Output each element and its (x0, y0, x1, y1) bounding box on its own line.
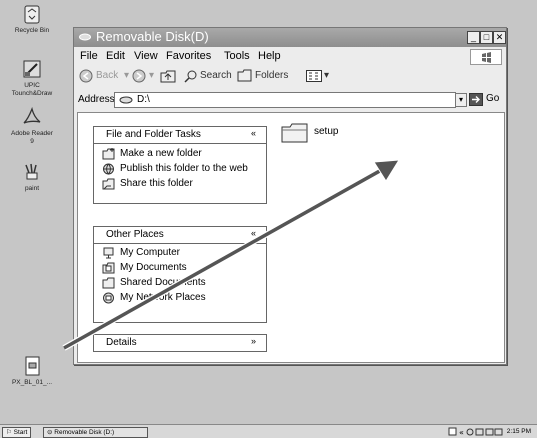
panel-title: Details (106, 337, 137, 348)
desktop: Recycle Bin UPIC Tounch&Draw Adobe Reade… (0, 0, 537, 424)
globe-icon (103, 163, 114, 175)
menu-help[interactable]: Help (258, 50, 281, 62)
file-icon (21, 355, 43, 377)
close-button[interactable]: ✕ (493, 31, 506, 44)
taskbar: ⚐ Start ⊝ Removable Disk (D:) « 2:15 PM (0, 424, 537, 438)
desktop-icon-file[interactable]: PX_BL_01_... (2, 355, 62, 387)
folder-icon (102, 277, 115, 289)
place-my-documents[interactable]: My Documents (94, 261, 266, 276)
menu-bar: File Edit View Favorites Tools Help (74, 48, 506, 64)
drive-icon (79, 33, 91, 41)
drive-icon: ⊝ (47, 429, 53, 436)
go-arrow-icon[interactable] (469, 93, 483, 106)
desktop-icon-adobe-reader[interactable]: Adobe Reader 9 (2, 106, 62, 146)
panel-header[interactable]: Other Places « (94, 227, 266, 244)
address-dropdown-button[interactable]: ▾ (455, 93, 467, 107)
start-flag-icon: ⚐ (6, 429, 12, 436)
forward-dropdown-icon[interactable]: ▾ (149, 70, 154, 81)
documents-folder-icon (102, 262, 115, 274)
menu-tools[interactable]: Tools (224, 50, 250, 62)
menu-view[interactable]: View (134, 50, 158, 62)
task-make-folder[interactable]: Make a new folder (94, 147, 266, 162)
address-bar: Address D:\ ▾ Go (74, 91, 506, 109)
title-bar[interactable]: Removable Disk(D) _ □ ✕ (74, 28, 506, 47)
desktop-icon-label: paint (24, 185, 40, 192)
search-button[interactable]: Search (200, 70, 232, 81)
drawing-app-icon (21, 58, 43, 80)
back-arrow-icon[interactable] (79, 69, 93, 83)
address-label: Address (78, 94, 115, 105)
svg-text:«: « (459, 428, 464, 436)
panel-header[interactable]: Details » (94, 335, 266, 351)
windows-logo (470, 49, 502, 65)
desktop-icon-upic[interactable]: UPIC Tounch&Draw (2, 58, 62, 98)
views-dropdown-icon[interactable]: ▾ (324, 70, 329, 81)
address-value: D:\ (137, 94, 150, 105)
panel-title: Other Places (106, 229, 164, 240)
menu-file[interactable]: File (80, 50, 98, 62)
place-my-network[interactable]: My Network Places (94, 291, 266, 306)
desktop-icon-label: UPIC Tounch&Draw (11, 82, 53, 97)
desktop-icon-label: Recycle Bin (14, 27, 50, 34)
menu-favorites[interactable]: Favorites (166, 50, 211, 62)
window-title: Removable Disk(D) (96, 29, 209, 44)
details-panel: Details » (93, 334, 267, 352)
place-shared-documents[interactable]: Shared Documents (94, 276, 266, 291)
go-button[interactable]: Go (486, 93, 499, 104)
folders-button[interactable]: Folders (255, 70, 288, 81)
expand-chevron-icon[interactable]: » (251, 336, 256, 346)
desktop-icon-label: Adobe Reader 9 (11, 130, 53, 145)
desktop-icon-label: PX_BL_01_... (11, 379, 53, 386)
computer-icon (103, 247, 114, 259)
address-field[interactable]: D:\ (114, 92, 456, 108)
desktop-icon-recycle-bin[interactable]: Recycle Bin (2, 3, 62, 35)
place-my-computer[interactable]: My Computer (94, 246, 266, 261)
paint-icon (21, 161, 43, 183)
panel-header[interactable]: File and Folder Tasks « (94, 127, 266, 144)
back-button[interactable]: Back (96, 70, 118, 81)
new-folder-icon (102, 148, 115, 160)
maximize-button[interactable]: □ (480, 31, 493, 44)
up-folder-icon[interactable] (160, 69, 176, 83)
drive-icon (119, 96, 133, 104)
search-icon[interactable] (184, 69, 198, 83)
desktop-icon-paint[interactable]: paint (2, 161, 62, 193)
explorer-window: Removable Disk(D) _ □ ✕ File Edit View F… (73, 27, 507, 365)
panel-title: File and Folder Tasks (106, 129, 201, 140)
content-pane: File and Folder Tasks « Make a new folde… (77, 112, 505, 363)
toolbar: Back ▾ ▾ Search Folders ▾ (74, 66, 506, 88)
views-icon[interactable] (306, 70, 322, 82)
recycle-bin-icon (21, 3, 43, 25)
network-icon (103, 292, 114, 304)
collapse-chevron-icon[interactable]: « (251, 128, 256, 138)
clock[interactable]: 2:15 PM (507, 428, 531, 435)
taskbar-window-button[interactable]: ⊝ Removable Disk (D:) (43, 427, 148, 438)
folder-icon[interactable] (280, 122, 310, 144)
shared-folder-icon (102, 178, 115, 190)
menu-edit[interactable]: Edit (106, 50, 125, 62)
file-folder-tasks-panel: File and Folder Tasks « Make a new folde… (93, 126, 267, 204)
start-button[interactable]: ⚐ Start (2, 427, 32, 438)
other-places-panel: Other Places « My Computer My Documents … (93, 226, 267, 323)
back-dropdown-icon[interactable]: ▾ (124, 70, 129, 81)
task-publish-web[interactable]: Publish this folder to the web (94, 162, 266, 177)
system-tray-icons[interactable]: « (448, 427, 504, 436)
minimize-button[interactable]: _ (467, 31, 480, 44)
task-share-folder[interactable]: Share this folder (94, 177, 266, 192)
folders-icon[interactable] (237, 69, 252, 83)
forward-arrow-icon[interactable] (132, 69, 146, 83)
collapse-chevron-icon[interactable]: « (251, 228, 256, 238)
adobe-reader-icon (21, 106, 43, 128)
folder-name[interactable]: setup (314, 126, 338, 137)
